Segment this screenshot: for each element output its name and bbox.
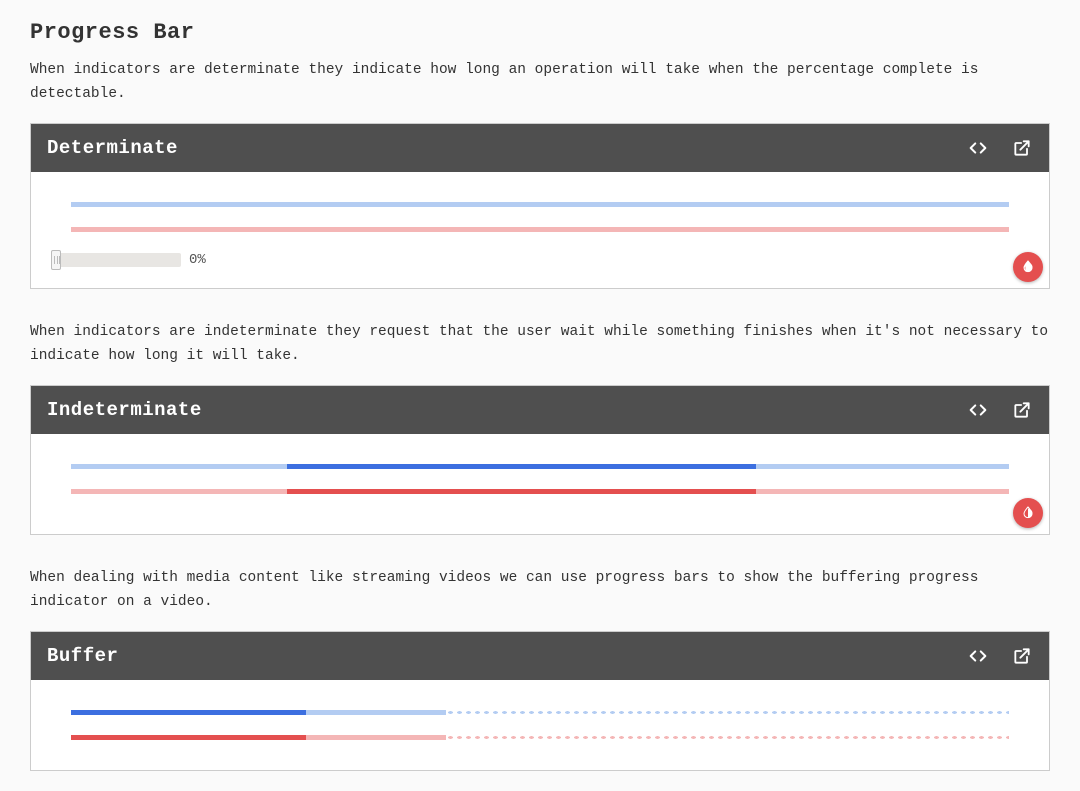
card-header: Buffer <box>31 632 1049 680</box>
progress-bar-accent-determinate <box>71 227 1009 232</box>
slider-value-label: 0% <box>189 252 206 268</box>
invert-colors-button[interactable] <box>1013 252 1043 282</box>
card-title: Buffer <box>47 645 967 667</box>
code-icon[interactable] <box>967 645 989 667</box>
determinate-card: Determinate 0% <box>30 123 1050 289</box>
progress-bar-primary-buffer <box>71 710 1009 715</box>
value-slider[interactable] <box>51 253 181 267</box>
indeterminate-card: Indeterminate <box>30 385 1050 535</box>
open-in-new-icon[interactable] <box>1011 137 1033 159</box>
invert-colors-button[interactable] <box>1013 498 1043 528</box>
indeterminate-description: When indicators are indeterminate they r… <box>30 321 1050 369</box>
progress-segment <box>287 489 756 494</box>
card-header: Indeterminate <box>31 386 1049 434</box>
card-title: Indeterminate <box>47 399 967 421</box>
progress-bar-primary-determinate <box>71 202 1009 207</box>
progress-bar-accent-buffer <box>71 735 1009 740</box>
code-icon[interactable] <box>967 137 989 159</box>
buffer-dots <box>446 710 1009 715</box>
value-slider-row: 0% <box>51 252 1029 268</box>
page-title: Progress Bar <box>30 20 1050 45</box>
card-header: Determinate <box>31 124 1049 172</box>
card-title: Determinate <box>47 137 967 159</box>
progress-segment <box>287 464 756 469</box>
header-actions <box>967 399 1033 421</box>
code-icon[interactable] <box>967 399 989 421</box>
card-body <box>31 680 1049 770</box>
slider-thumb[interactable] <box>51 250 61 270</box>
buffer-description: When dealing with media content like str… <box>30 567 1050 615</box>
header-actions <box>967 137 1033 159</box>
card-body: 0% <box>31 172 1049 288</box>
card-body <box>31 434 1049 534</box>
buffer-dots <box>446 735 1009 740</box>
progress-bar-accent-indeterminate <box>71 489 1009 494</box>
open-in-new-icon[interactable] <box>1011 645 1033 667</box>
open-in-new-icon[interactable] <box>1011 399 1033 421</box>
determinate-description: When indicators are determinate they ind… <box>30 59 1050 107</box>
progress-bar-primary-indeterminate <box>71 464 1009 469</box>
buffer-value <box>71 710 306 715</box>
buffer-card: Buffer <box>30 631 1050 771</box>
header-actions <box>967 645 1033 667</box>
buffer-value <box>71 735 306 740</box>
